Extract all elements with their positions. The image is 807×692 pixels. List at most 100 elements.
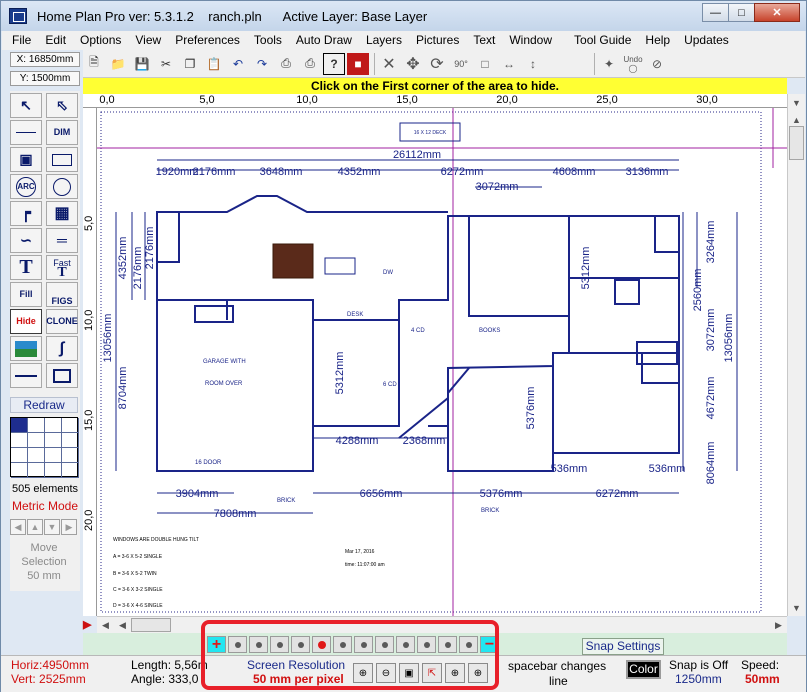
vertical-scrollbar[interactable]: ▼ ▲ ▼ — [787, 94, 805, 616]
freehand-icon[interactable]: ∫ — [46, 336, 78, 361]
no-select-icon[interactable]: ⊘ — [646, 53, 668, 75]
line-style-cell[interactable] — [62, 418, 79, 433]
line-style-cell[interactable] — [62, 448, 79, 463]
clone-icon[interactable]: CLONE — [46, 309, 78, 334]
flip-vertical-icon[interactable]: ↕ — [522, 53, 544, 75]
menu-window[interactable]: Window — [502, 31, 559, 50]
fill-icon[interactable]: Fill — [10, 282, 42, 307]
move-down-icon[interactable]: ▼ — [44, 519, 60, 535]
snap-settings-button[interactable]: Snap Settings — [582, 638, 664, 655]
line-style-cell[interactable] — [28, 448, 45, 463]
menu-layers[interactable]: Layers — [359, 31, 409, 50]
menu-view[interactable]: View — [128, 31, 168, 50]
move-icon[interactable]: ✥ — [402, 53, 424, 75]
line-style-cell[interactable] — [11, 448, 28, 463]
move-right-icon[interactable]: ▶ — [61, 519, 77, 535]
new-file-icon[interactable]: 🗎 — [83, 53, 105, 75]
zoom-window-icon[interactable]: ⊕ — [445, 663, 465, 683]
line-icon[interactable] — [10, 120, 42, 145]
select-arrow-icon[interactable]: ↖ — [10, 93, 42, 118]
save-icon[interactable]: 💾 — [131, 53, 153, 75]
line-style-cell[interactable] — [45, 418, 62, 433]
figures-icon[interactable]: FIGS — [46, 282, 78, 307]
double-line-icon[interactable]: ═ — [46, 228, 78, 253]
zoom-dot[interactable] — [417, 636, 436, 653]
line-style-cell[interactable] — [11, 463, 28, 478]
scroll-right-icon[interactable]: ▶ — [770, 617, 787, 633]
zoom-dot[interactable] — [228, 636, 247, 653]
paste-icon[interactable]: 📋 — [203, 53, 225, 75]
drawing-canvas[interactable]: 16 X 12 DECK GARAGE WITH ROOM OVER 16 DO… — [97, 108, 787, 616]
print-preview-icon[interactable]: ⎙ — [275, 53, 297, 75]
move-up-icon[interactable]: ▲ — [27, 519, 43, 535]
thin-line-icon[interactable] — [10, 363, 42, 388]
line-style-cell[interactable] — [45, 448, 62, 463]
zoom-dot[interactable] — [354, 636, 373, 653]
line-style-cell[interactable] — [45, 433, 62, 448]
menu-tool-guide[interactable]: Tool Guide — [567, 31, 638, 50]
menu-options[interactable]: Options — [73, 31, 128, 50]
line-style-cell[interactable] — [28, 418, 45, 433]
snap-status[interactable]: Snap is Off — [669, 658, 728, 672]
scroll-thumb-vertical[interactable] — [789, 126, 804, 160]
window-icon[interactable]: ▦ — [46, 201, 78, 226]
select-box-icon[interactable]: ⬁ — [46, 93, 78, 118]
zoom-arrow-icon[interactable]: ⇱ — [422, 663, 442, 683]
maximize-icon[interactable]: □ — [728, 3, 755, 22]
wall-icon[interactable]: ┍ — [10, 201, 42, 226]
frame-icon[interactable] — [46, 363, 78, 388]
rotate-90-icon[interactable]: 90° — [450, 53, 472, 75]
menu-pictures[interactable]: Pictures — [409, 31, 466, 50]
zoom-dot[interactable] — [270, 636, 289, 653]
color-button[interactable]: Color — [626, 660, 661, 679]
menu-updates[interactable]: Updates — [677, 31, 736, 50]
delete-x-icon[interactable]: ✕ — [378, 53, 400, 75]
zoom-dot[interactable] — [249, 636, 268, 653]
menu-auto-draw[interactable]: Auto Draw — [289, 31, 359, 50]
exit-icon[interactable]: ■ — [347, 52, 369, 75]
curve-line-icon[interactable]: ∽ — [10, 228, 42, 253]
zoom-dot[interactable] — [291, 636, 310, 653]
undo-delete-icon[interactable]: Undo ◯ — [622, 53, 644, 75]
rectangle-icon[interactable] — [46, 147, 78, 172]
zoom-dot[interactable] — [333, 636, 352, 653]
line-style-cell[interactable] — [62, 433, 79, 448]
zoom-in-plus-icon[interactable]: + — [207, 636, 226, 653]
zoom-out-icon[interactable]: ⊖ — [376, 663, 396, 683]
menu-edit[interactable]: Edit — [38, 31, 73, 50]
scroll-thumb-horizontal[interactable] — [131, 618, 171, 632]
line-style-cell[interactable] — [28, 463, 45, 478]
zoom-dot-active[interactable] — [312, 636, 331, 653]
line-style-cell[interactable] — [62, 463, 79, 478]
magic-wand-icon[interactable]: ✦ — [598, 53, 620, 75]
zoom-out-minus-icon[interactable]: − — [480, 636, 499, 653]
stretch-icon[interactable]: □ — [474, 53, 496, 75]
scroll-up-arrow-icon[interactable]: ▼ — [788, 94, 805, 111]
flip-horizontal-icon[interactable]: ↔ — [498, 53, 520, 75]
dimension-icon[interactable]: DIM — [46, 120, 78, 145]
minimize-icon[interactable]: — — [702, 3, 729, 22]
line-style-cell[interactable] — [28, 433, 45, 448]
menu-preferences[interactable]: Preferences — [168, 31, 247, 50]
undo-icon[interactable]: ↶ — [227, 53, 249, 75]
line-style-cell[interactable] — [45, 463, 62, 478]
horizontal-scrollbar[interactable]: ◀ ◀ ▶ — [97, 616, 787, 633]
zoom-dot[interactable] — [396, 636, 415, 653]
scroll-down-icon[interactable]: ▼ — [788, 599, 805, 616]
help-icon[interactable]: ? — [323, 52, 345, 75]
text-icon[interactable]: T — [10, 255, 42, 280]
menu-tools[interactable]: Tools — [247, 31, 289, 50]
move-left-icon[interactable]: ◀ — [10, 519, 26, 535]
line-style-grid[interactable] — [10, 417, 79, 478]
zoom-dot[interactable] — [459, 636, 478, 653]
menu-help[interactable]: Help — [638, 31, 677, 50]
scroll-left-2-icon[interactable]: ◀ — [114, 617, 131, 633]
scroll-left-icon[interactable]: ◀ — [97, 617, 114, 633]
polygon-icon[interactable]: ▣ — [10, 147, 42, 172]
line-style-cell[interactable] — [11, 433, 28, 448]
zoom-dot[interactable] — [438, 636, 457, 653]
zoom-dot[interactable] — [375, 636, 394, 653]
circle-icon[interactable] — [46, 174, 78, 199]
arc-icon[interactable]: ARC — [10, 174, 42, 199]
scroll-left-marker-icon[interactable]: ▶ — [83, 618, 91, 631]
